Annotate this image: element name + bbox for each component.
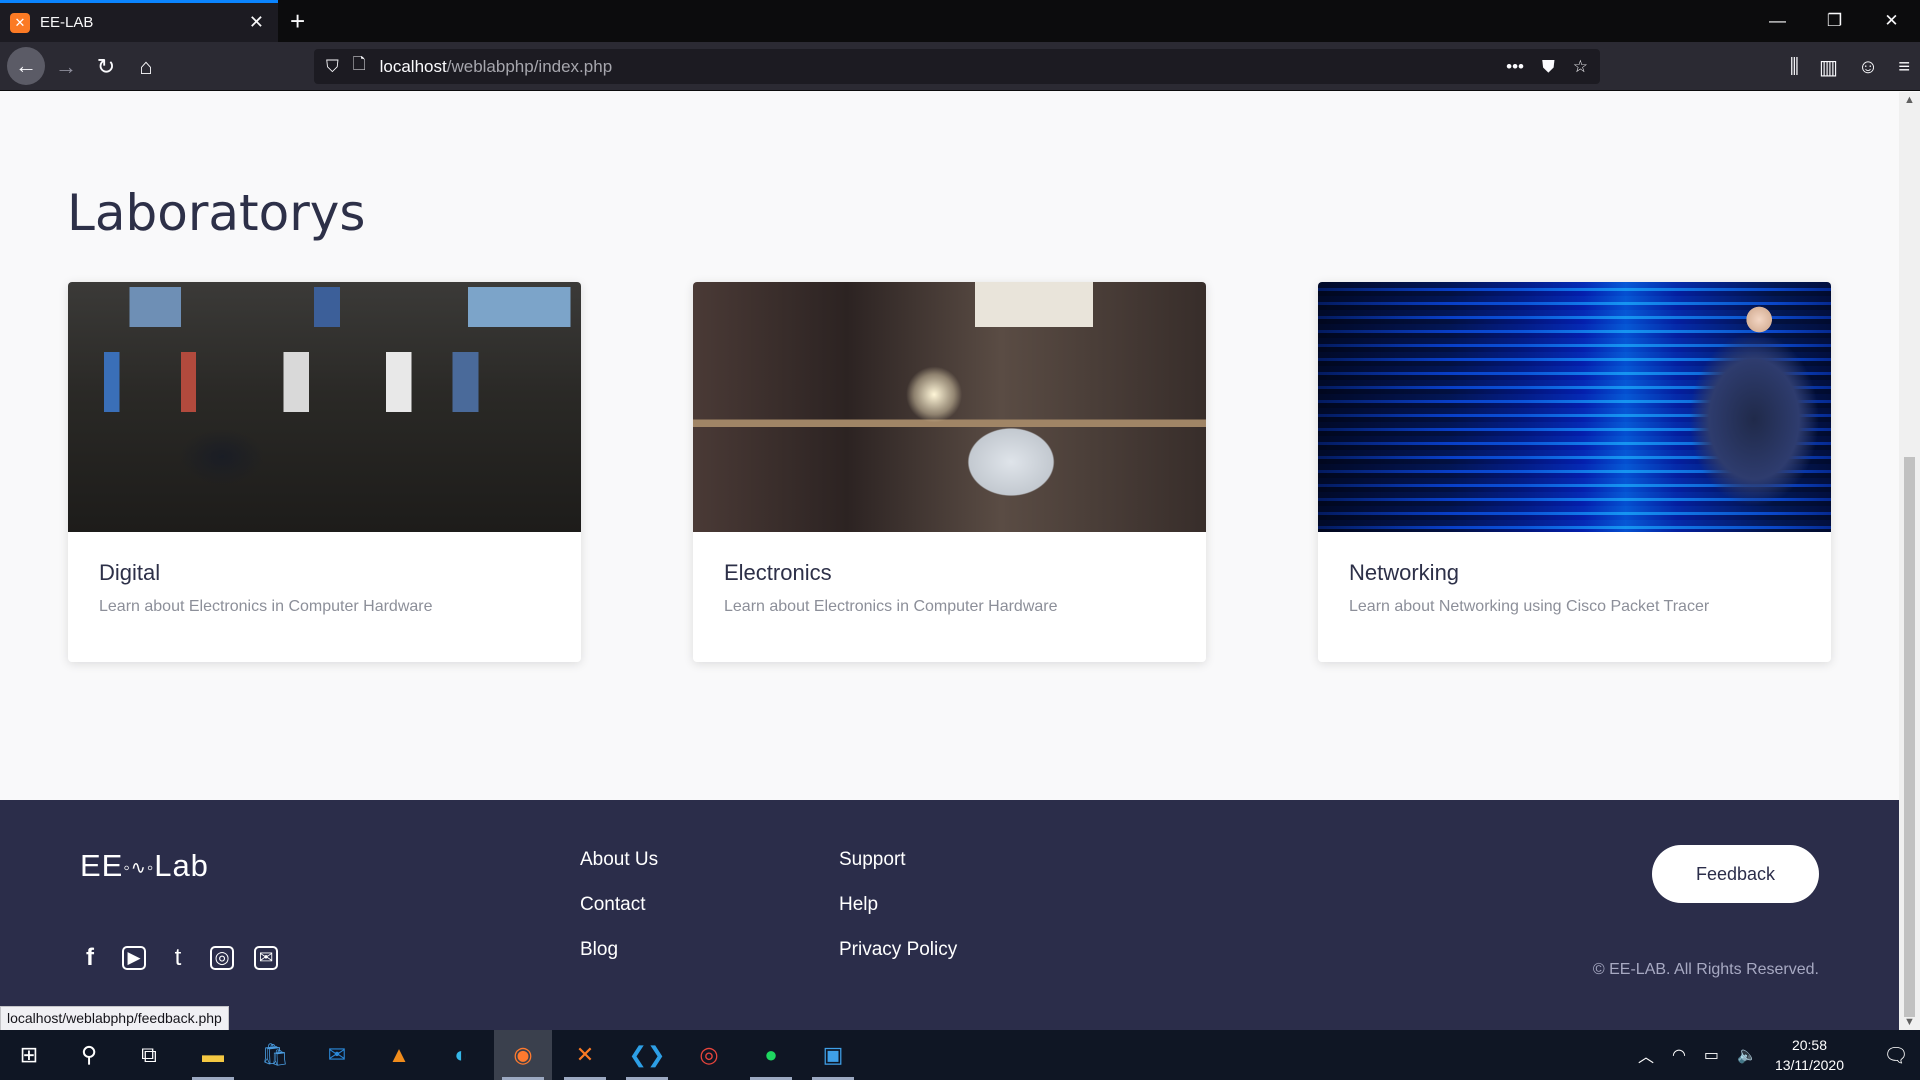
menu-icon[interactable]: ≡ bbox=[1898, 56, 1910, 79]
youtube-icon[interactable]: ▶ bbox=[122, 946, 146, 970]
footer-link-support[interactable]: Support bbox=[839, 850, 957, 870]
vlc-icon[interactable]: ▲ bbox=[370, 1030, 428, 1080]
home-icon[interactable]: ⌂ bbox=[128, 49, 164, 85]
minimize-icon[interactable]: — bbox=[1749, 0, 1806, 42]
window-close-icon[interactable]: ✕ bbox=[1863, 0, 1920, 42]
system-tray: ︿ ◠ ▭ 🔈 20:58 13/11/2020 🗨 bbox=[1638, 1030, 1920, 1080]
xampp-favicon-icon: ✕ bbox=[10, 12, 30, 33]
store-icon[interactable]: 🛍 bbox=[246, 1030, 304, 1080]
mail-icon[interactable]: ✉ bbox=[254, 946, 278, 970]
restore-icon[interactable]: ❐ bbox=[1806, 0, 1863, 42]
windows-start-icon[interactable]: ⊞ bbox=[0, 1030, 58, 1080]
copyright-text: © EE-LAB. All Rights Reserved. bbox=[1592, 961, 1819, 978]
firefox-icon[interactable]: ◉ bbox=[494, 1030, 552, 1080]
browser-navbar: ← → ↻ ⌂ ⛉ 🗋 localhost/weblabphp/index.ph… bbox=[0, 42, 1920, 91]
feedback-button[interactable]: Feedback bbox=[1652, 845, 1819, 903]
tab-close-icon[interactable]: ✕ bbox=[249, 12, 264, 33]
logo-signal-icon: ◦∿◦ bbox=[123, 857, 155, 878]
notification-icon[interactable]: 🗨 bbox=[1872, 1030, 1920, 1080]
browser-tabbar: ✕ EE-LAB ✕ + — ❐ ✕ bbox=[0, 0, 1920, 42]
reload-icon[interactable]: ↻ bbox=[88, 49, 124, 85]
instagram-icon[interactable]: ◎ bbox=[210, 946, 234, 970]
scroll-down-icon[interactable]: ▼ bbox=[1899, 1016, 1920, 1028]
xampp-icon[interactable]: ✕ bbox=[556, 1030, 614, 1080]
logo-text-left: EE bbox=[80, 848, 124, 883]
task-view-icon[interactable]: ⧉ bbox=[120, 1030, 178, 1080]
card-title: Digital bbox=[99, 560, 161, 585]
lab-card-electronics[interactable]: Electronics Learn about Electronics in C… bbox=[693, 282, 1206, 662]
chevron-up-icon[interactable]: ︿ bbox=[1638, 1043, 1654, 1067]
edge-icon[interactable]: ◐ bbox=[432, 1030, 490, 1080]
search-icon[interactable]: ⚲ bbox=[60, 1030, 118, 1080]
card-description: Learn about Electronics in Computer Hard… bbox=[724, 598, 1058, 615]
scrollbar-thumb[interactable] bbox=[1904, 457, 1915, 1017]
wifi-icon[interactable]: ◠ bbox=[1672, 1045, 1686, 1065]
window-controls: — ❐ ✕ bbox=[1749, 0, 1920, 42]
spotify-icon[interactable]: ● bbox=[742, 1030, 800, 1080]
urlbar-actions: ••• ⛊ ☆ bbox=[1506, 49, 1588, 84]
card-title: Networking bbox=[1349, 560, 1460, 585]
lab-card-digital[interactable]: Digital Learn about Electronics in Compu… bbox=[68, 282, 581, 662]
file-explorer-icon[interactable]: ▬ bbox=[184, 1030, 242, 1080]
clock-date: 13/11/2020 bbox=[1774, 1057, 1844, 1073]
site-footer: EE◦∿◦Lab f ▶ t ◎ ✉ About Us Contact Blog… bbox=[0, 800, 1899, 1030]
footer-link-about[interactable]: About Us bbox=[580, 850, 658, 870]
url-host: localhost bbox=[379, 56, 447, 76]
lab-card-networking[interactable]: Networking Learn about Networking using … bbox=[1318, 282, 1831, 662]
page-info-icon[interactable]: 🗋 bbox=[353, 53, 366, 80]
photos-icon[interactable]: ▣ bbox=[804, 1030, 862, 1080]
card-image bbox=[68, 282, 581, 532]
library-icon[interactable]: ⫼ bbox=[1790, 56, 1799, 79]
card-description: Learn about Electronics in Computer Hard… bbox=[99, 598, 433, 615]
tumblr-icon[interactable]: t bbox=[166, 944, 190, 971]
footer-links-col1: About Us Contact Blog bbox=[580, 850, 658, 960]
footer-link-contact[interactable]: Contact bbox=[580, 895, 658, 915]
card-image bbox=[1318, 282, 1831, 532]
new-tab-icon[interactable]: + bbox=[290, 6, 305, 36]
more-actions-icon[interactable]: ••• bbox=[1506, 57, 1524, 77]
bookmark-star-icon[interactable]: ☆ bbox=[1573, 57, 1588, 77]
social-links: f ▶ t ◎ ✉ bbox=[78, 944, 278, 971]
vscode-icon[interactable]: ❮❯ bbox=[618, 1030, 676, 1080]
battery-icon[interactable]: ▭ bbox=[1704, 1045, 1719, 1065]
footer-link-blog[interactable]: Blog bbox=[580, 940, 658, 960]
card-title: Electronics bbox=[724, 560, 832, 585]
clock-time: 20:58 bbox=[1791, 1037, 1827, 1053]
page-viewport: Laboratorys Digital Learn about Electron… bbox=[0, 92, 1899, 1030]
page-scrollbar[interactable]: ▲ ▼ bbox=[1899, 92, 1920, 1030]
url-path: /weblabphp/index.php bbox=[446, 56, 613, 76]
link-status-tooltip: localhost/weblabphp/feedback.php bbox=[0, 1006, 229, 1031]
scroll-up-icon[interactable]: ▲ bbox=[1899, 94, 1920, 106]
address-bar[interactable]: ⛉ 🗋 localhost/weblabphp/index.php ••• ⛊ … bbox=[314, 49, 1600, 84]
page-title: Laboratorys bbox=[67, 184, 366, 242]
account-icon[interactable]: ☺ bbox=[1858, 56, 1878, 79]
back-arrow-icon[interactable]: ← bbox=[7, 47, 45, 85]
toolbar-icons: ⫼ ▥ ☺ ≡ bbox=[1790, 49, 1910, 85]
forward-arrow-icon[interactable]: → bbox=[48, 49, 84, 85]
footer-link-help[interactable]: Help bbox=[839, 895, 957, 915]
card-image bbox=[693, 282, 1206, 532]
chrome-icon[interactable]: ◎ bbox=[680, 1030, 738, 1080]
url-text[interactable]: localhost/weblabphp/index.php bbox=[380, 57, 613, 77]
mail-app-icon[interactable]: ✉ bbox=[308, 1030, 366, 1080]
pocket-icon[interactable]: ⛊ bbox=[1542, 57, 1555, 77]
footer-link-privacy[interactable]: Privacy Policy bbox=[839, 940, 957, 960]
windows-taskbar: ⊞ ⚲ ⧉ ▬ 🛍 ✉ ▲ ◐ ◉ ✕ ❮❯ ◎ ● ▣ ︿ ◠ ▭ 🔈 20:… bbox=[0, 1030, 1920, 1080]
shield-icon[interactable]: ⛉ bbox=[326, 57, 339, 77]
browser-tab[interactable]: ✕ EE-LAB ✕ bbox=[0, 0, 278, 42]
sidebar-icon[interactable]: ▥ bbox=[1819, 55, 1838, 80]
facebook-icon[interactable]: f bbox=[78, 944, 102, 971]
logo-text-right: Lab bbox=[154, 848, 209, 883]
volume-icon[interactable]: 🔈 bbox=[1737, 1045, 1757, 1065]
site-logo[interactable]: EE◦∿◦Lab bbox=[80, 848, 209, 884]
tab-title: EE-LAB bbox=[40, 14, 94, 31]
footer-links-col2: Support Help Privacy Policy bbox=[839, 850, 957, 960]
card-description: Learn about Networking using Cisco Packe… bbox=[1349, 598, 1710, 615]
taskbar-clock[interactable]: 20:58 13/11/2020 bbox=[1775, 1035, 1844, 1075]
